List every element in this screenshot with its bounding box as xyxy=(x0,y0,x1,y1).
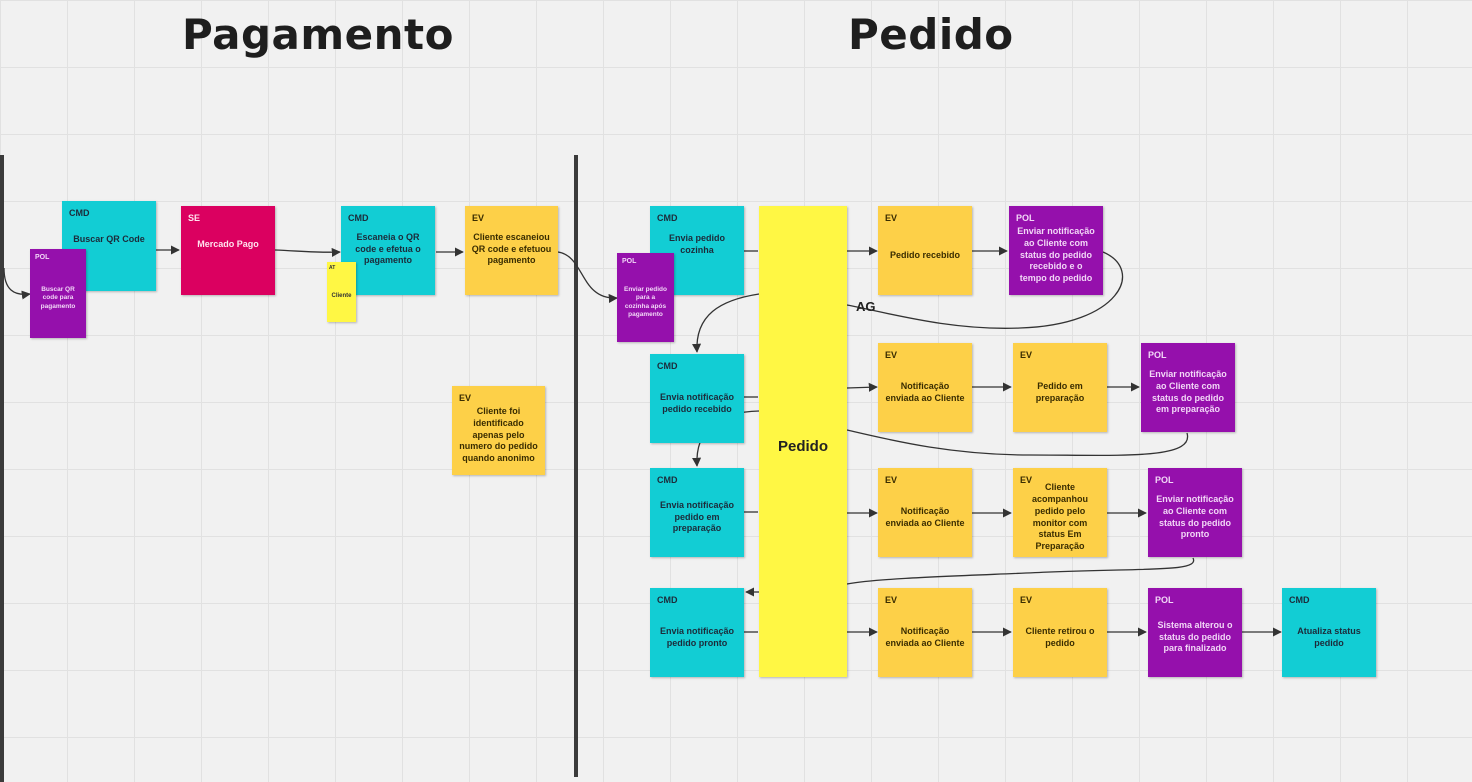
sticky-tag: EV xyxy=(885,213,898,223)
sticky-ev-notif-enviada-3[interactable]: EV Notificação enviada ao Cliente xyxy=(878,588,972,677)
sticky-tag: EV xyxy=(885,475,898,485)
sticky-tag: EV xyxy=(1020,475,1033,485)
left-divider xyxy=(0,155,4,782)
sticky-ev-cliente-retirou[interactable]: EV Cliente retirou o pedido xyxy=(1013,588,1107,677)
sticky-tag: POL xyxy=(1148,350,1167,360)
sticky-text: Cliente xyxy=(331,293,352,300)
sticky-text: Cliente retirou o pedido xyxy=(1025,625,1095,648)
sticky-text: Mercado Pago xyxy=(197,238,259,249)
sticky-tag: EV xyxy=(1020,595,1033,605)
aggregate-label: AG xyxy=(856,299,876,314)
sticky-cmd-notif-preparacao[interactable]: CMD Envia notificação pedido em preparaç… xyxy=(650,468,744,557)
sticky-pol-finalizado[interactable]: POL Sistema alterou o status do pedido p… xyxy=(1148,588,1242,677)
sticky-ev-notif-enviada-2[interactable]: EV Notificação enviada ao Cliente xyxy=(878,468,972,557)
sticky-text: Pedido em preparação xyxy=(1035,380,1085,403)
sticky-tag: AT xyxy=(329,265,336,271)
sticky-text: Envia notificação pedido pronto xyxy=(659,625,735,648)
aggregate-pedido[interactable]: Pedido xyxy=(759,206,847,677)
sticky-tag: POL xyxy=(1016,213,1035,223)
sticky-pol-buscar-qr-code[interactable]: POL Buscar QR code para pagamento xyxy=(30,249,86,338)
sticky-text: Sistema alterou o status do pedido para … xyxy=(1157,619,1233,654)
sticky-pol-notif-preparacao[interactable]: POL Enviar notificação ao Cliente com st… xyxy=(1141,343,1235,432)
sticky-tag: EV xyxy=(1020,350,1033,360)
sticky-text: Cliente escaneiou QR code e efetuou paga… xyxy=(471,231,552,266)
sticky-ev-cliente-acompanhou[interactable]: EV Cliente acompanhou pedido pelo monito… xyxy=(1013,468,1107,557)
sticky-pol-notif-recebido[interactable]: POL Enviar notificação ao Cliente com st… xyxy=(1009,206,1103,295)
sticky-text: Envia notificação pedido em preparação xyxy=(659,499,735,534)
sticky-tag: CMD xyxy=(657,475,678,485)
sticky-ev-notif-enviada-1[interactable]: EV Notificação enviada ao Cliente xyxy=(878,343,972,432)
sticky-tag: EV xyxy=(885,595,898,605)
sticky-pol-notif-pronto[interactable]: POL Enviar notificação ao Cliente com st… xyxy=(1148,468,1242,557)
sticky-se-mercado-pago[interactable]: SE Mercado Pago xyxy=(181,206,275,295)
sticky-pol-enviar-cozinha[interactable]: POL Enviar pedido para a cozinha após pa… xyxy=(617,253,674,342)
aggregate-text: Pedido xyxy=(777,437,828,455)
sticky-tag: CMD xyxy=(657,361,678,371)
sticky-text: Notificação enviada ao Cliente xyxy=(885,380,965,403)
sticky-text: Envia notificação pedido recebido xyxy=(659,391,735,414)
sticky-text: Notificação enviada ao Cliente xyxy=(885,625,965,648)
sticky-at-cliente[interactable]: AT Cliente xyxy=(327,262,356,322)
sticky-tag: POL xyxy=(1155,475,1174,485)
sticky-cmd-atualiza-status[interactable]: CMD Atualiza status pedido xyxy=(1282,588,1376,677)
sticky-text: Enviar notificação ao Cliente com status… xyxy=(1156,493,1234,540)
section-title-pedido: Pedido xyxy=(848,10,1014,59)
sticky-text: Escaneia o QR code e efetua o pagamento xyxy=(355,231,421,266)
sticky-tag: CMD xyxy=(1289,595,1310,605)
sticky-tag: CMD xyxy=(348,213,369,223)
sticky-tag: POL xyxy=(35,254,50,261)
section-divider xyxy=(574,155,578,777)
sticky-tag: POL xyxy=(1155,595,1174,605)
sticky-text: Cliente foi identificado apenas pelo num… xyxy=(459,405,538,464)
sticky-tag: CMD xyxy=(69,208,90,218)
sticky-text: Enviar pedido para a cozinha após pagame… xyxy=(624,285,667,318)
sticky-cmd-notif-recebido[interactable]: CMD Envia notificação pedido recebido xyxy=(650,354,744,443)
sticky-ev-pedido-recebido[interactable]: EV Pedido recebido xyxy=(878,206,972,295)
sticky-tag: POL xyxy=(622,258,637,265)
sticky-text: Pedido recebido xyxy=(889,249,960,260)
sticky-tag: SE xyxy=(188,213,201,223)
sticky-ev-cliente-escaneiou[interactable]: EV Cliente escaneiou QR code e efetuou p… xyxy=(465,206,558,295)
sticky-text: Buscar QR Code xyxy=(73,234,145,245)
sticky-tag: CMD xyxy=(657,595,678,605)
sticky-text: Atualiza status pedido xyxy=(1297,625,1361,648)
sticky-tag: EV xyxy=(885,350,898,360)
sticky-tag: CMD xyxy=(657,213,678,223)
sticky-tag: EV xyxy=(472,213,485,223)
sticky-ev-cliente-identificado[interactable]: EV Cliente foi identificado apenas pelo … xyxy=(452,386,545,475)
sticky-text: Cliente acompanhou pedido pelo monitor c… xyxy=(1031,481,1088,552)
sticky-text: Enviar notificação ao Cliente com status… xyxy=(1017,225,1095,284)
sticky-text: Buscar QR code para pagamento xyxy=(40,285,76,310)
sticky-cmd-notif-pronto[interactable]: CMD Envia notificação pedido pronto xyxy=(650,588,744,677)
sticky-text: Enviar notificação ao Cliente com status… xyxy=(1149,368,1227,415)
sticky-tag: EV xyxy=(459,393,472,403)
sticky-text: Notificação enviada ao Cliente xyxy=(885,505,965,528)
sticky-ev-pedido-em-preparacao[interactable]: EV Pedido em preparação xyxy=(1013,343,1107,432)
section-title-pagamento: Pagamento xyxy=(182,10,454,59)
